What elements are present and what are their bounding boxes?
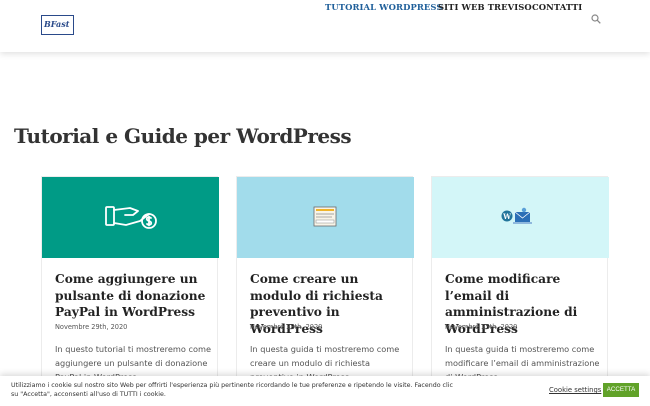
cookie-notice-text: Utilizziamo i cookie sul nostro sito Web… (11, 382, 453, 398)
site-header: BFast TUTORIAL WORDPRESS SITI WEB TREVIS… (0, 0, 650, 52)
post-title[interactable]: Come aggiungere un pulsante di donazione… (55, 271, 210, 321)
post-thumbnail[interactable] (42, 177, 219, 258)
post-thumbnail[interactable]: W (432, 177, 609, 258)
cookie-settings-link[interactable]: Cookie settings (549, 386, 601, 394)
post-thumbnail[interactable] (237, 177, 414, 258)
nav-item-tutorial-wordpress[interactable]: TUTORIAL WORDPRESS (325, 0, 443, 14)
svg-text:W: W (502, 212, 511, 221)
post-card[interactable]: Come aggiungere un pulsante di donazione… (41, 176, 219, 406)
post-card[interactable]: W Come modificare l’email di amministraz… (431, 176, 609, 406)
cookie-accept-button[interactable]: ACCETTA (603, 383, 639, 397)
post-date: Novembre 29th, 2020 (55, 323, 128, 331)
nav-item-contatti[interactable]: CONTATTI (532, 0, 582, 14)
post-date: Novembre 28th, 2020 (250, 323, 323, 331)
cookie-consent-bar: Utilizziamo i cookie sul nostro sito Web… (0, 376, 650, 406)
hand-coin-icon (105, 206, 157, 229)
nav-item-siti-web-treviso[interactable]: SITI WEB TREVISO (438, 0, 532, 14)
page-title: Tutorial e Guide per WordPress (14, 124, 352, 148)
search-icon[interactable] (591, 14, 601, 24)
post-card[interactable]: Come creare un modulo di richiesta preve… (236, 176, 414, 406)
form-icon (313, 206, 337, 227)
site-logo[interactable]: BFast (41, 15, 74, 35)
wordpress-email-icon: W (501, 207, 532, 224)
post-date: Novembre 25th, 2020 (445, 323, 518, 331)
